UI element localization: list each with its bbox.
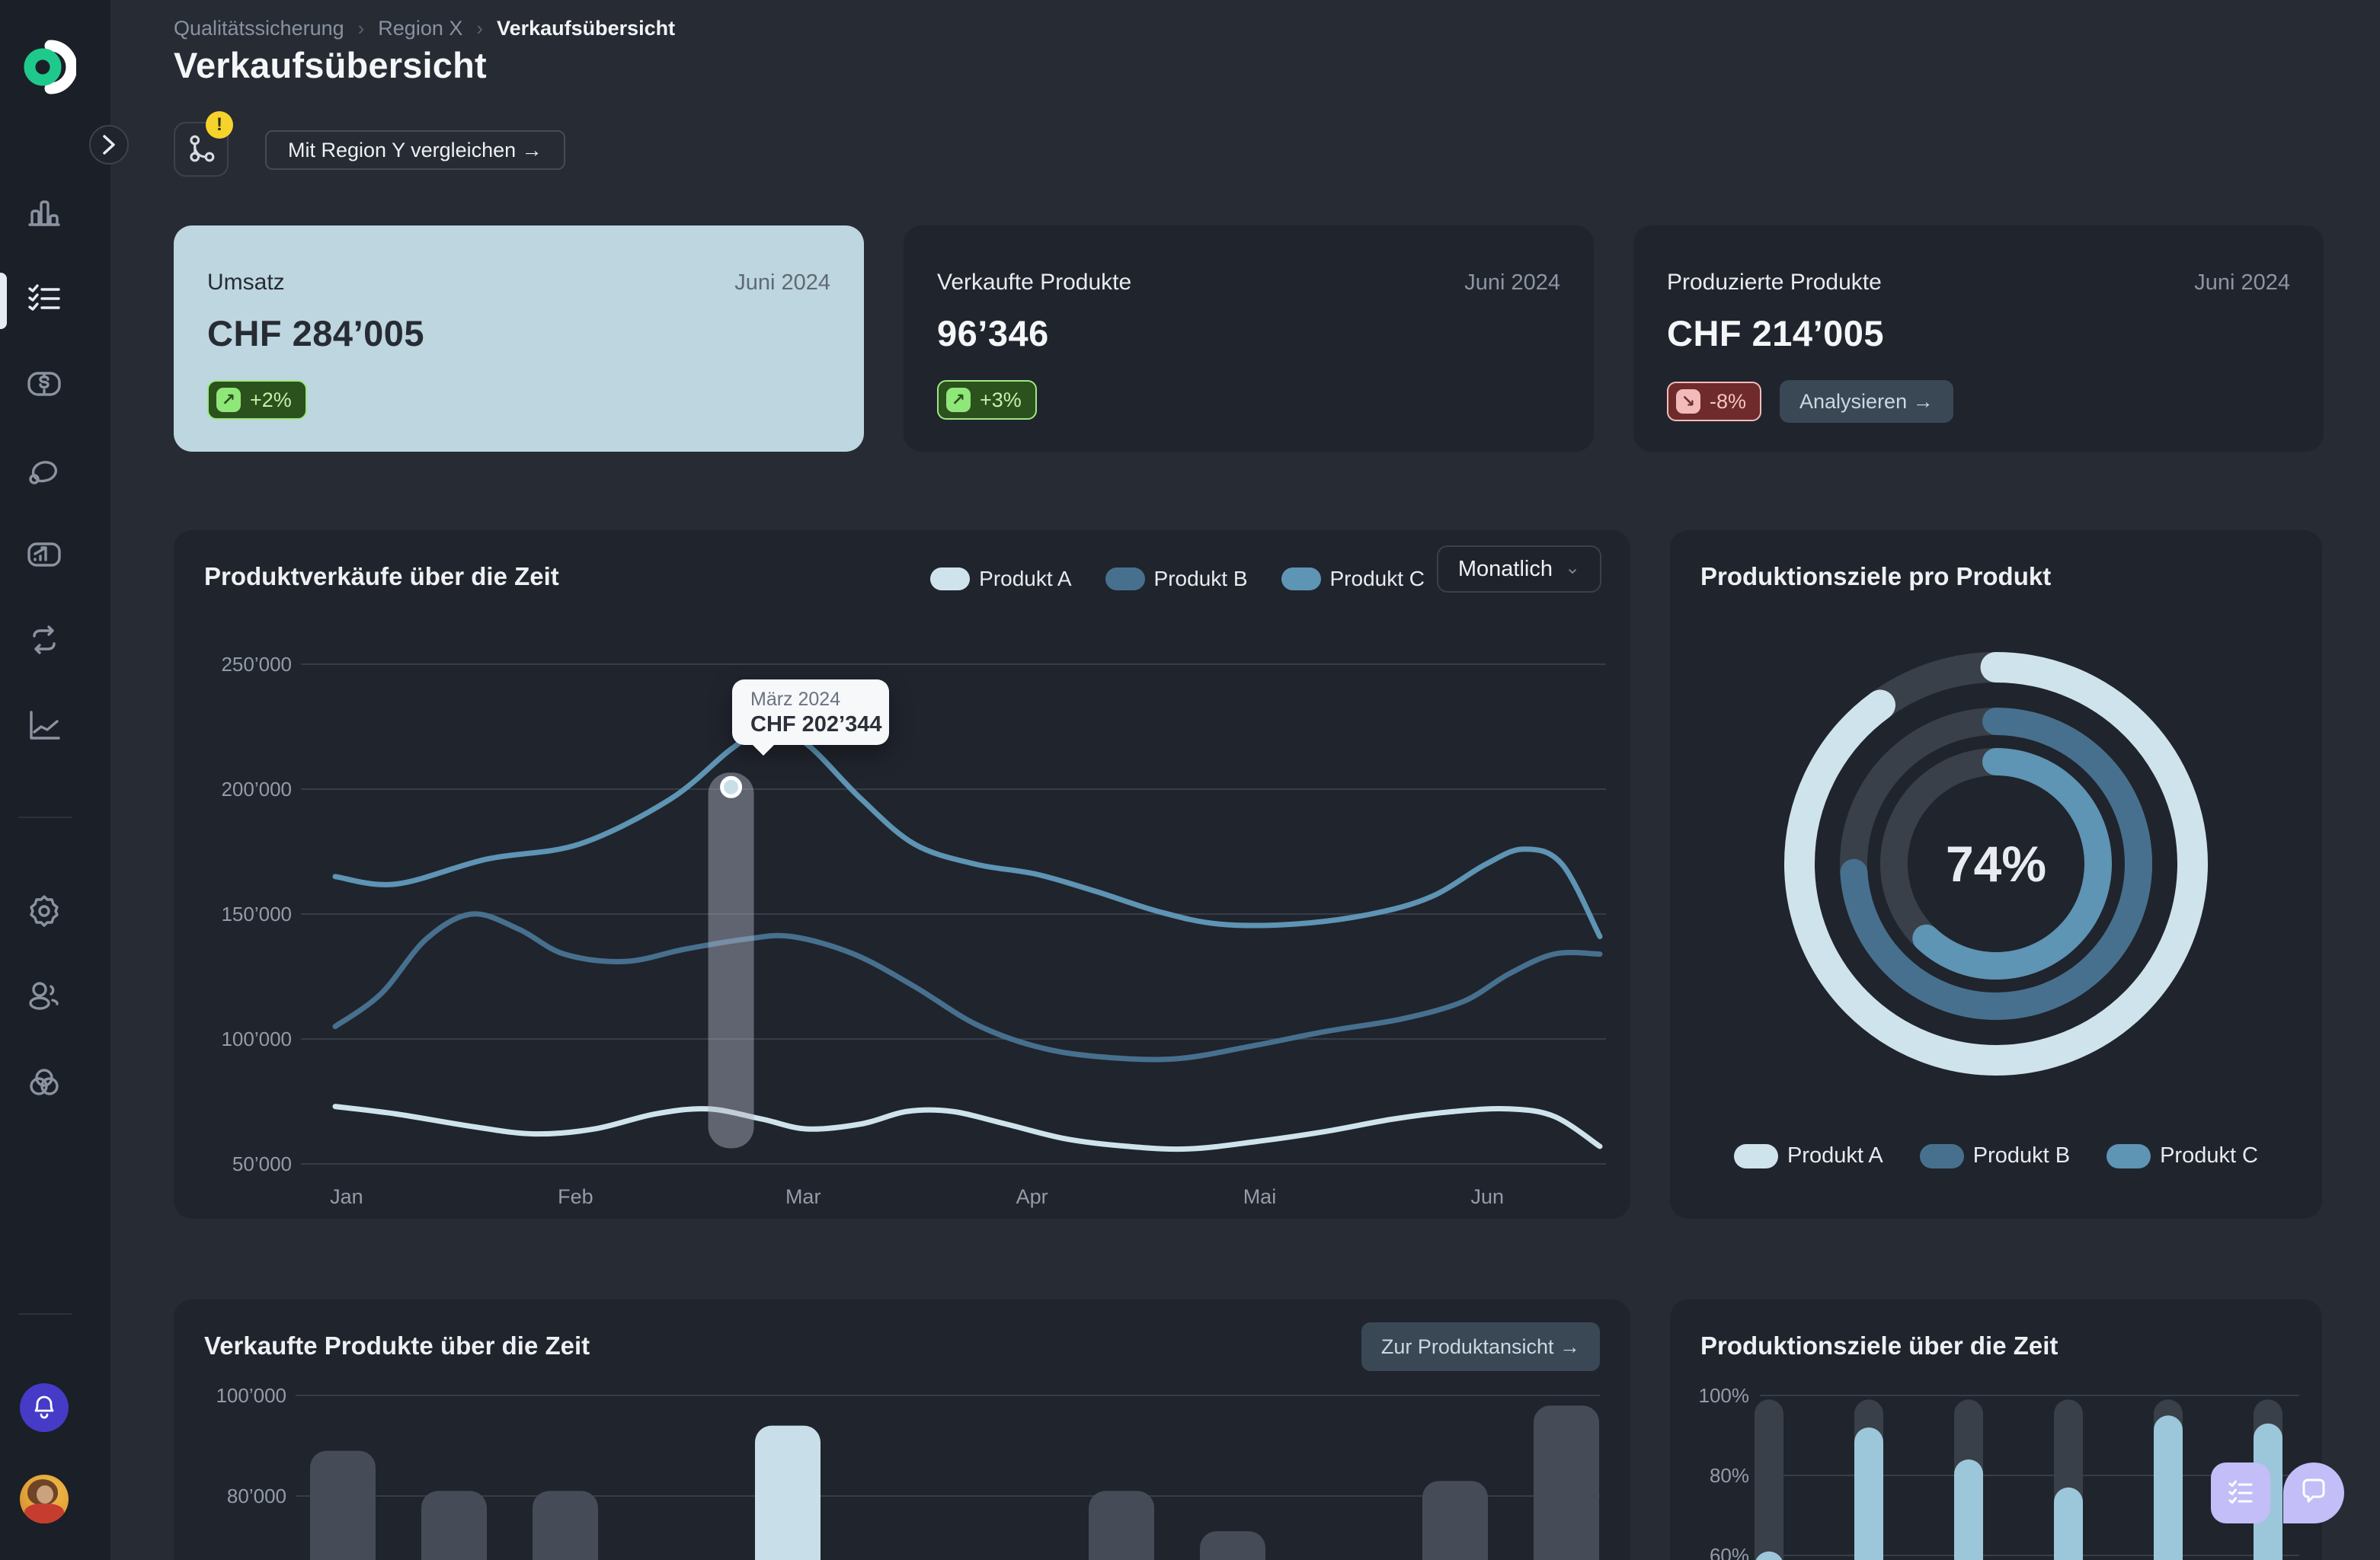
- svg-text:Mar: Mar: [785, 1185, 821, 1208]
- trend-down-icon: ↘: [1676, 389, 1700, 414]
- repeat-icon: [27, 622, 62, 661]
- donut-chart-plot: [1670, 530, 2322, 1219]
- trend-up-icon: ↗: [216, 388, 241, 412]
- breadcrumb: Qualitätssicherung › Region X › Verkaufs…: [174, 17, 675, 40]
- sold-products-bar-card: Verkaufte Produkte über die Zeit Zur Pro…: [174, 1299, 1630, 1560]
- line-chart-plot: 250’000 200’000 150’000 100’000 50’000 Jan Feb…: [174, 530, 1630, 1219]
- sidebar: [0, 0, 110, 1560]
- bar-chart-plot: 100’000 80’000: [174, 1299, 1630, 1560]
- svg-text:60%: 60%: [1710, 1544, 1749, 1560]
- notifications-button[interactable]: [20, 1383, 69, 1432]
- alert-badge: !: [206, 111, 233, 139]
- dollar-icon: [27, 366, 62, 405]
- kpi-label: Verkaufte Produkte: [937, 270, 1131, 296]
- breadcrumb-current: Verkaufsübersicht: [497, 17, 675, 40]
- svg-text:Apr: Apr: [1016, 1185, 1048, 1208]
- sidebar-active-indicator: [0, 273, 7, 329]
- kpi-value: CHF 214’005: [1667, 312, 2290, 354]
- chevron-right-icon: ›: [358, 17, 365, 40]
- kpi-period: Juni 2024: [2194, 270, 2290, 296]
- gear-icon: [27, 893, 62, 932]
- kpi-period: Juni 2024: [1464, 270, 1560, 296]
- trend-badge: ↗ +3%: [937, 380, 1037, 420]
- app-logo: [21, 40, 76, 94]
- legend-produkt-b[interactable]: Produkt B: [1920, 1143, 2070, 1168]
- svg-text:100’000: 100’000: [221, 1028, 292, 1050]
- sidebar-item-team[interactable]: [11, 964, 78, 1031]
- trend-badge: ↗ +2%: [207, 380, 307, 420]
- svg-text:Jan: Jan: [330, 1185, 363, 1208]
- page-title: Verkaufsübersicht: [174, 44, 487, 86]
- chart-tooltip: März 2024 CHF 202’344: [732, 679, 889, 745]
- sidebar-item-tasks[interactable]: [11, 267, 78, 334]
- users-icon: [27, 979, 62, 1018]
- breadcrumb-item[interactable]: Region X: [378, 17, 462, 40]
- svg-text:100’000: 100’000: [216, 1384, 286, 1407]
- svg-text:250’000: 250’000: [221, 653, 292, 676]
- legend-produkt-a[interactable]: Produkt A: [1734, 1143, 1883, 1168]
- svg-text:Mai: Mai: [1243, 1185, 1277, 1208]
- checklist-icon: [2225, 1477, 2256, 1510]
- donut-legend: Produkt A Produkt B Produkt C: [1670, 1143, 2322, 1168]
- analyze-button[interactable]: Analysieren →: [1780, 380, 1953, 423]
- kpi-label: Umsatz: [207, 270, 285, 296]
- svg-text:Jun: Jun: [1470, 1185, 1504, 1208]
- svg-text:200’000: 200’000: [221, 778, 292, 801]
- sales-line-chart-card: Produktverkäufe über die Zeit Produkt A …: [174, 530, 1630, 1219]
- legend-swatch: [2106, 1144, 2151, 1168]
- svg-text:80’000: 80’000: [227, 1485, 286, 1507]
- sidebar-item-analytics[interactable]: [11, 693, 78, 760]
- dashboard: Qualitätssicherung › Region X › Verkaufs…: [0, 0, 2380, 1560]
- chat-fab-button[interactable]: [2283, 1462, 2344, 1523]
- sidebar-item-groups[interactable]: [11, 1051, 78, 1118]
- legend-swatch: [1734, 1144, 1778, 1168]
- legend-swatch: [1920, 1144, 1964, 1168]
- tasks-fab-button[interactable]: [2211, 1462, 2270, 1523]
- bell-icon: [31, 1394, 57, 1422]
- breadcrumb-item[interactable]: Qualitätssicherung: [174, 17, 344, 40]
- legend-produkt-c[interactable]: Produkt C: [2106, 1143, 2258, 1168]
- chart-board-icon: [27, 537, 62, 576]
- kpi-card-produzierte: Produzierte Produkte Juni 2024 CHF 214’0…: [1633, 225, 2324, 452]
- kpi-period: Juni 2024: [734, 270, 830, 296]
- trend-up-icon: ↗: [946, 388, 971, 412]
- sidebar-item-reports[interactable]: [11, 523, 78, 590]
- chevron-right-icon: ›: [476, 17, 483, 40]
- sidebar-item-sync[interactable]: [11, 608, 78, 675]
- sidebar-expand-button[interactable]: [89, 125, 129, 165]
- kpi-card-verkaufte: Verkaufte Produkte Juni 2024 96’346 ↗ +3…: [904, 225, 1594, 452]
- kpi-card-umsatz: Umsatz Juni 2024 CHF 284’005 ↗ +2%: [174, 225, 864, 452]
- user-avatar[interactable]: [20, 1475, 69, 1523]
- sidebar-divider-bottom: [18, 1313, 72, 1315]
- sidebar-divider: [18, 817, 72, 818]
- production-goals-donut-card: Produktionsziele pro Produkt 74% Produkt…: [1670, 530, 2322, 1219]
- chat-bubble-icon: [2298, 1476, 2330, 1510]
- svg-text:50’000: 50’000: [232, 1152, 292, 1175]
- groups-icon: [27, 1066, 62, 1104]
- sidebar-item-settings[interactable]: [11, 879, 78, 946]
- sidebar-item-overview[interactable]: [11, 180, 78, 247]
- chat-loop-icon: [27, 453, 62, 492]
- kpi-label: Produzierte Produkte: [1667, 270, 1882, 296]
- svg-text:150’000: 150’000: [221, 903, 292, 925]
- kpi-value: 96’346: [937, 312, 1560, 354]
- svg-text:80%: 80%: [1710, 1464, 1749, 1487]
- compare-region-button[interactable]: Mit Region Y vergleichen →: [265, 130, 565, 170]
- svg-text:100%: 100%: [1699, 1384, 1750, 1407]
- line-chart-icon: [27, 708, 62, 746]
- sidebar-item-finance[interactable]: [11, 352, 78, 419]
- kpi-value: CHF 284’005: [207, 312, 830, 354]
- sidebar-item-comments[interactable]: [11, 439, 78, 506]
- svg-text:Feb: Feb: [558, 1185, 593, 1208]
- trend-badge: ↘ -8%: [1667, 382, 1761, 421]
- bar-chart-icon: [27, 194, 62, 233]
- checklist-icon: [27, 281, 62, 320]
